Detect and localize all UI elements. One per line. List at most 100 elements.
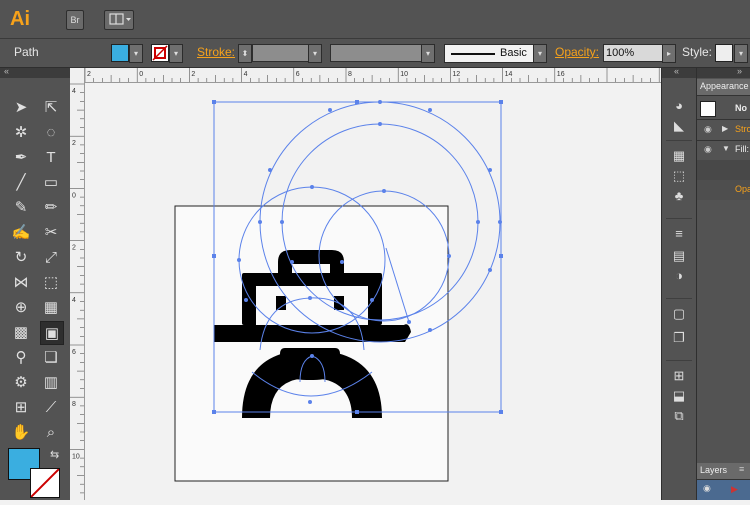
free-transform-tool-icon[interactable]: ⬚ <box>40 271 62 293</box>
brush-dropdown[interactable]: ▾ <box>533 44 547 63</box>
collapse-fill-icon[interactable]: ▼ <box>722 144 730 153</box>
ruler-label: 12 <box>452 71 460 78</box>
expand-stroke-icon[interactable]: ▶ <box>722 124 728 133</box>
color-guide-icon[interactable]: ◣ <box>669 118 689 134</box>
brush-definition-field[interactable]: Basic <box>444 44 534 63</box>
bridge-button[interactable]: Br <box>66 10 84 30</box>
appearance-tab[interactable]: Appearance <box>697 79 750 96</box>
artboard-tool-icon[interactable]: ⊞ <box>10 396 32 418</box>
swatches-panel-icon[interactable]: ▦ <box>669 148 689 164</box>
stroke-color-swatch[interactable] <box>151 44 169 62</box>
tools-panel-header[interactable]: « <box>0 66 70 78</box>
stroke-panel-icon[interactable]: ≡ <box>669 226 689 242</box>
stroke-panel-link[interactable]: Stroke: <box>197 45 235 59</box>
zoom-tool-icon[interactable]: ⌕ <box>40 421 62 443</box>
fill-color-swatch[interactable] <box>111 44 129 62</box>
arrange-documents-button[interactable] <box>104 10 134 30</box>
mesh-tool-icon[interactable]: ▩ <box>10 321 32 343</box>
ruler-label: 8 <box>348 71 352 78</box>
gradient-panel-icon[interactable]: ▤ <box>669 248 689 264</box>
color-panel-icon[interactable]: ◕ <box>669 98 689 114</box>
stroke-weight-stepper[interactable]: ⬍ <box>238 44 252 63</box>
appearance-panel: » Appearance No ◉ ▶ Stro ◉ ▼ Fill: Opa L… <box>696 66 750 500</box>
blob-brush-tool-icon[interactable]: ✍ <box>10 221 32 243</box>
visibility-eye-icon[interactable]: ◉ <box>704 124 712 135</box>
pencil-tool-icon[interactable]: ✏ <box>40 196 62 218</box>
symbols-panel-icon[interactable]: ♣ <box>669 188 689 204</box>
collapse-arrows-icon[interactable]: « <box>4 66 9 76</box>
document-canvas[interactable] <box>85 83 661 500</box>
layers-tab-label: Layers <box>700 465 728 475</box>
appearance-tab-label: Appearance <box>700 81 749 91</box>
layer-target-icon[interactable]: ▶ <box>731 484 738 495</box>
rotate-tool-icon[interactable]: ↻ <box>10 246 32 268</box>
opacity-attribute-link[interactable]: Opa <box>735 184 750 194</box>
horizontal-ruler[interactable]: 2 0 2 4 6 8 10 12 14 16 <box>84 68 661 83</box>
fill-color-row[interactable] <box>697 160 750 180</box>
tools-panel: « ➤ ⇱ ✲ ◌ ✒ T ╱ ▭ ✎ ✏ ✍ ✂ ↻ ⤢ ⋈ ⬚ ⊕ ▦ ▩ ▣ ⚲ ❏ ⚙ ▥ ⊞ ⟋ ✋ ⌕ ⇆ <box>0 66 71 500</box>
opacity-dropdown[interactable]: ▸ <box>662 44 676 63</box>
eraser-tool-icon[interactable]: ✂ <box>40 221 62 243</box>
direct-selection-tool-icon[interactable]: ⇱ <box>40 96 62 118</box>
artboard[interactable] <box>174 205 449 482</box>
none-stroke-icon <box>31 469 59 497</box>
eyedropper-tool-icon[interactable]: ⚲ <box>10 346 32 368</box>
fill-opacity-row[interactable]: Opa <box>697 180 750 200</box>
stroke-dropdown-arrow[interactable]: ▾ <box>169 44 183 63</box>
perspective-grid-tool-icon[interactable]: ▦ <box>40 296 62 318</box>
vertical-ruler[interactable]: 4 2 0 2 4 6 8 10 <box>70 68 85 502</box>
type-tool-icon[interactable]: T <box>40 146 62 168</box>
graphic-styles-icon[interactable]: ▢ <box>669 306 689 322</box>
magic-wand-tool-icon[interactable]: ✲ <box>10 121 32 143</box>
close-panel-icon[interactable]: » <box>737 66 742 76</box>
no-selection-label: No <box>735 103 747 113</box>
transparency-panel-icon[interactable]: ◑ <box>669 268 689 284</box>
shape-builder-tool-icon[interactable]: ⊕ <box>10 296 32 318</box>
application-bar: Ai Br <box>0 0 750 39</box>
hand-tool-icon[interactable]: ✋ <box>10 421 32 443</box>
brushes-panel-icon[interactable]: ⬚ <box>669 168 689 184</box>
layer-visibility-icon[interactable]: ◉ <box>703 483 711 494</box>
width-tool-icon[interactable]: ⋈ <box>10 271 32 293</box>
fill-dropdown-arrow[interactable]: ▾ <box>129 44 143 63</box>
horizontal-ruler-ticks: 2 0 2 4 6 8 10 12 14 16 <box>84 68 660 82</box>
stroke-weight-field[interactable] <box>252 44 310 62</box>
gradient-tool-icon[interactable]: ▣ <box>40 321 64 345</box>
opacity-panel-link[interactable]: Opacity: <box>555 45 599 59</box>
layers-icon[interactable]: ❐ <box>669 330 689 346</box>
swap-fill-stroke-icon[interactable]: ⇆ <box>50 448 59 461</box>
variable-width-profile[interactable] <box>330 44 422 62</box>
app-logo: Ai <box>10 8 30 30</box>
layer-row[interactable]: ◉ ▶ <box>697 480 750 500</box>
panel-menu-icon[interactable]: ≡ <box>739 464 744 474</box>
fill-attribute-row[interactable]: Fill: <box>735 144 749 154</box>
line-segment-tool-icon[interactable]: ╱ <box>10 171 32 193</box>
stroke-weight-dropdown[interactable]: ▾ <box>308 44 322 63</box>
blend-tool-icon[interactable]: ❏ <box>40 346 62 368</box>
layers-tab[interactable]: Layers ≡ <box>697 463 750 480</box>
slice-tool-icon[interactable]: ⟋ <box>40 396 62 418</box>
align-panel-icon[interactable]: ⊞ <box>669 368 689 384</box>
pen-tool-icon[interactable]: ✒ <box>10 146 32 168</box>
ruler-label: 4 <box>72 88 76 95</box>
expand-arrows-icon[interactable]: « <box>674 66 679 76</box>
appearance-panel-header[interactable]: » <box>697 66 750 78</box>
lasso-tool-icon[interactable]: ◌ <box>40 121 62 143</box>
transform-panel-icon[interactable]: ⬓ <box>669 388 689 404</box>
column-graph-tool-icon[interactable]: ▥ <box>40 371 62 393</box>
selection-type-label: Path <box>14 45 39 59</box>
visibility-eye-icon[interactable]: ◉ <box>704 144 712 155</box>
stroke-swatch[interactable] <box>30 468 60 498</box>
symbol-sprayer-tool-icon[interactable]: ⚙ <box>10 371 32 393</box>
paintbrush-tool-icon[interactable]: ✎ <box>10 196 32 218</box>
dock-header[interactable]: « <box>662 66 696 78</box>
graphic-style-swatch[interactable] <box>715 44 733 62</box>
graphic-style-dropdown[interactable]: ▾ <box>734 44 748 63</box>
pathfinder-panel-icon[interactable]: ⧉ <box>669 408 689 424</box>
opacity-field[interactable]: 100% <box>603 44 663 62</box>
rectangle-tool-icon[interactable]: ▭ <box>40 171 62 193</box>
stroke-attribute-row[interactable]: Stro <box>735 124 750 134</box>
profile-dropdown[interactable]: ▾ <box>421 44 435 63</box>
selection-tool-icon[interactable]: ➤ <box>10 96 32 118</box>
scale-tool-icon[interactable]: ⤢ <box>40 246 62 268</box>
